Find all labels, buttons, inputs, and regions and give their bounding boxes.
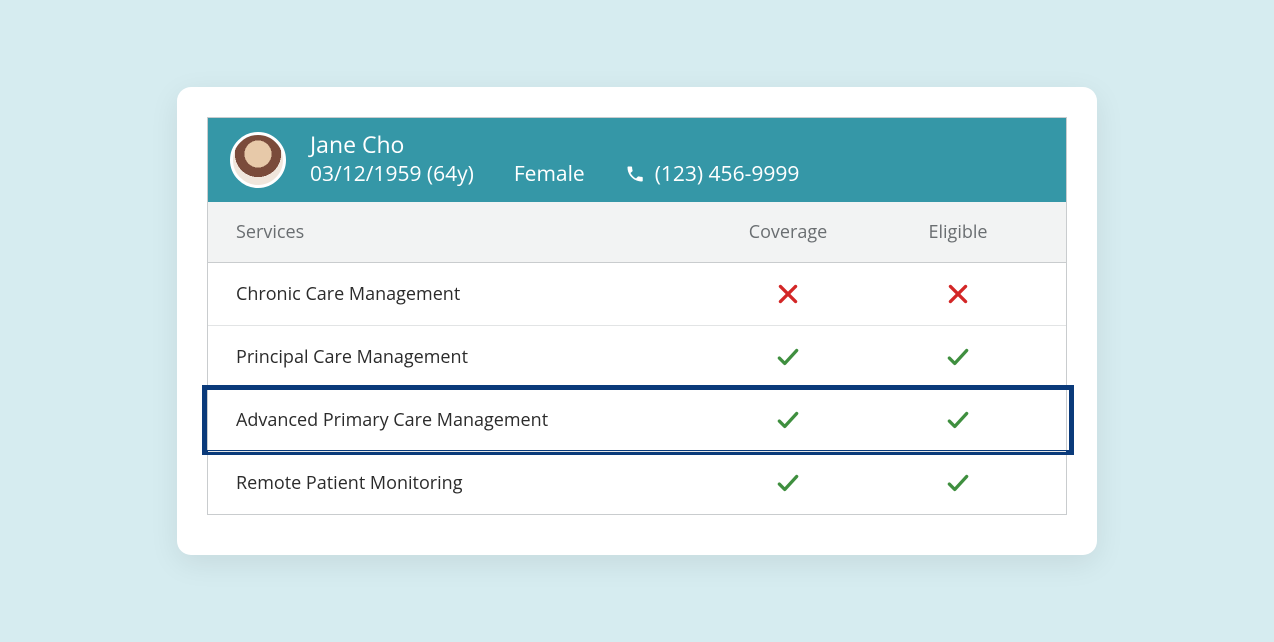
coverage-cell: [698, 470, 878, 496]
table-row[interactable]: Chronic Care Management: [208, 263, 1066, 325]
x-icon: [775, 281, 801, 307]
check-icon: [775, 470, 801, 496]
col-header-coverage: Coverage: [698, 220, 878, 244]
service-name: Principal Care Management: [236, 345, 698, 369]
eligible-cell: [878, 281, 1038, 307]
check-icon: [775, 407, 801, 433]
x-icon: [945, 281, 971, 307]
eligible-cell: [878, 344, 1038, 370]
patient-name: Jane Cho: [310, 132, 799, 157]
table-row[interactable]: Principal Care Management: [208, 325, 1066, 388]
table-row[interactable]: Advanced Primary Care Management: [208, 388, 1066, 451]
eligible-cell: [878, 470, 1038, 496]
coverage-cell: [698, 407, 878, 433]
patient-info: Jane Cho 03/12/1959 (64y) Female (123) 4…: [310, 132, 799, 187]
patient-meta: 03/12/1959 (64y) Female (123) 456-9999: [310, 160, 799, 188]
table-row[interactable]: Remote Patient Monitoring: [208, 451, 1066, 514]
check-icon: [945, 344, 971, 370]
col-header-eligible: Eligible: [878, 220, 1038, 244]
service-name: Chronic Care Management: [236, 282, 698, 306]
eligible-cell: [878, 407, 1038, 433]
coverage-cell: [698, 281, 878, 307]
coverage-cell: [698, 344, 878, 370]
service-name: Remote Patient Monitoring: [236, 471, 698, 495]
patient-gender: Female: [514, 160, 585, 188]
check-icon: [945, 407, 971, 433]
services-table: Services Coverage Eligible Chronic Care …: [207, 202, 1067, 515]
patient-dob-age: 03/12/1959 (64y): [310, 160, 474, 188]
check-icon: [945, 470, 971, 496]
col-header-services: Services: [236, 220, 698, 244]
service-name: Advanced Primary Care Management: [236, 408, 698, 432]
phone-icon: [625, 164, 645, 184]
patient-phone-group: (123) 456-9999: [625, 160, 800, 188]
patient-avatar: [230, 132, 286, 188]
patient-services-card: Jane Cho 03/12/1959 (64y) Female (123) 4…: [177, 87, 1097, 555]
check-icon: [775, 344, 801, 370]
services-table-body: Chronic Care Management Principal Care Ma…: [208, 263, 1066, 514]
services-table-header: Services Coverage Eligible: [208, 202, 1066, 263]
patient-header: Jane Cho 03/12/1959 (64y) Female (123) 4…: [207, 117, 1067, 202]
patient-phone: (123) 456-9999: [655, 160, 800, 188]
